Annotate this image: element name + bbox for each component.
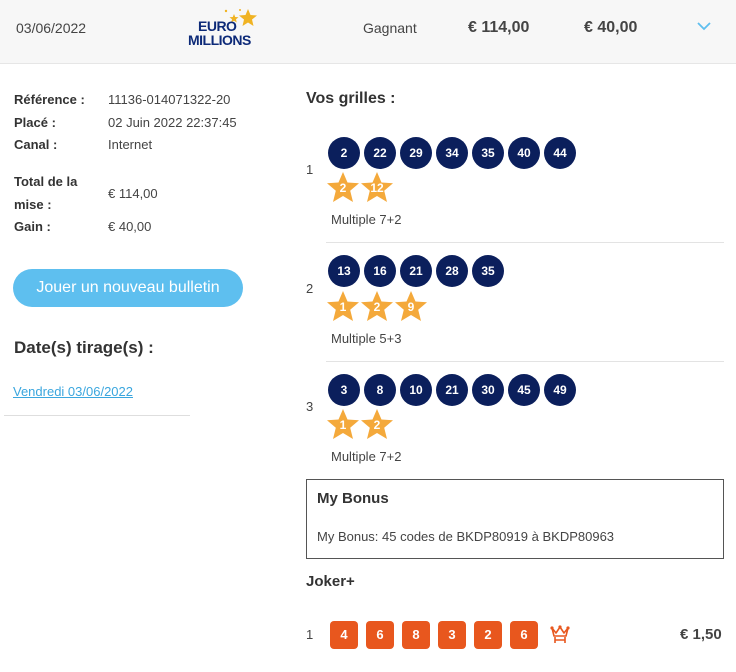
joker-digit: 2 [474,621,502,649]
ball: 28 [436,255,468,287]
joker-jester-icon [549,624,571,651]
ball: 21 [436,374,468,406]
ball: 44 [544,137,576,169]
draw-date: 03/06/2022 [16,20,87,36]
star-icon: 2 [360,290,394,324]
header-mise: € 114,00 [468,19,530,36]
grid-2-balls: 13 16 21 28 35 [328,255,504,287]
grid-number: 3 [306,399,314,414]
ball: 35 [472,137,504,169]
bonus-title: My Bonus [317,490,389,507]
gain-value: € 40,00 [108,219,152,234]
star-number: 2 [339,181,347,195]
grid-type: Multiple 5+3 [331,331,402,346]
grids-title: Vos grilles : [306,90,396,107]
ball: 8 [364,374,396,406]
ball: 49 [544,374,576,406]
star-icon: 1 [326,290,360,324]
reference-label: Référence : [14,92,85,107]
draw-dates-title: Date(s) tirage(s) : [14,338,154,357]
joker-title: Joker+ [306,573,355,590]
ball: 22 [364,137,396,169]
gain-label: Gain : [14,219,51,234]
ball: 13 [328,255,360,287]
status-label: Gagnant [363,20,417,36]
canal-value: Internet [108,137,153,152]
canal-label: Canal : [14,137,58,152]
joker-digit: 3 [438,621,466,649]
grid-3-stars: 1 2 [326,408,394,442]
grid-1-balls: 2 22 29 34 35 40 44 [328,137,576,169]
play-new-ticket-button[interactable]: Jouer un nouveau bulletin [13,269,243,307]
grid-2-stars: 1 2 9 [326,290,428,324]
ball: 35 [472,255,504,287]
star-icon: 2 [326,171,360,205]
divider [4,415,190,416]
row-divider [326,242,724,243]
ball: 34 [436,137,468,169]
joker-number: 1 [306,627,314,642]
reference-value: 11136-014071322-20 [108,92,231,107]
grid-1-stars: 2 12 [326,171,394,205]
ball: 21 [400,255,432,287]
grid-number: 1 [306,162,314,177]
grid-type: Multiple 7+2 [331,212,402,227]
bonus-box: My Bonus My Bonus: 45 codes de BKDP80919… [306,479,724,559]
euromillions-logo: EURO MILLIONS [184,8,260,52]
draw-date-link[interactable]: Vendredi 03/06/2022 [13,384,133,399]
logo-line2: MILLIONS [188,32,251,48]
ball: 40 [508,137,540,169]
star-icon: 9 [394,290,428,324]
ball: 3 [328,374,360,406]
joker-digit: 6 [366,621,394,649]
joker-digit: 6 [510,621,538,649]
place-value: 02 Juin 2022 22:37:45 [108,115,237,130]
star-icon: 12 [360,171,394,205]
grid-number: 2 [306,281,314,296]
header-gain: € 40,00 [584,19,638,36]
joker-digit: 8 [402,621,430,649]
ball: 45 [508,374,540,406]
row-divider [326,361,724,362]
total-value: € 114,00 [108,186,158,201]
grid-type: Multiple 7+2 [331,449,402,464]
chevron-down-icon[interactable] [696,18,712,39]
grid-3-balls: 3 8 10 21 30 45 49 [328,374,576,406]
bonus-text: My Bonus: 45 codes de BKDP80919 à BKDP80… [317,529,615,544]
joker-price: € 1,50 [680,626,722,643]
star-number: 1 [339,300,347,314]
place-label: Placé : [14,115,56,130]
star-number: 1 [339,418,347,432]
joker-digit: 4 [330,621,358,649]
ball: 10 [400,374,432,406]
ball: 16 [364,255,396,287]
ball: 30 [472,374,504,406]
star-number: 9 [407,300,415,314]
star-icon: 1 [326,408,360,442]
star-icon: 2 [360,408,394,442]
star-number: 2 [373,418,381,432]
ticket-header[interactable]: 03/06/2022 EURO MILLIONS Gagnant € 114,0… [0,0,736,64]
ball: 29 [400,137,432,169]
joker-digits: 4 6 8 3 2 6 [330,621,538,649]
total-label-line2: mise : [14,197,52,212]
star-number: 2 [373,300,381,314]
total-label-line1: Total de la [14,174,78,189]
ball: 2 [328,137,360,169]
star-number: 12 [370,181,384,195]
